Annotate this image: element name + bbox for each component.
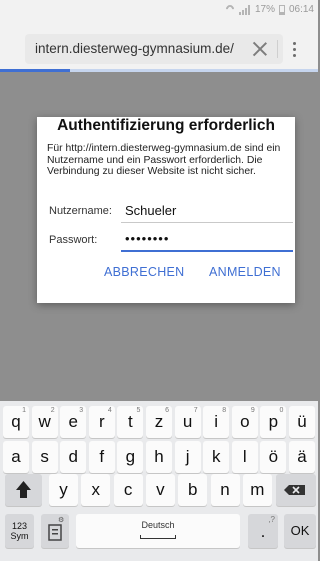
key-k[interactable]: k (203, 441, 230, 473)
login-button[interactable]: ANMELDEN (209, 265, 281, 279)
key-label: ö (268, 447, 279, 466)
password-field[interactable]: •••••••• (125, 231, 169, 246)
key-w[interactable]: 2w (31, 406, 58, 438)
key-v[interactable]: v (145, 474, 175, 506)
status-time: 06:14 (288, 4, 314, 15)
key-l[interactable]: l (231, 441, 258, 473)
key-label: e (68, 412, 78, 431)
shift-arrow-icon (16, 481, 31, 498)
key-label: k (211, 447, 221, 466)
key-f[interactable]: f (88, 441, 115, 473)
key-h[interactable]: h (146, 441, 172, 473)
clipboard-icon: ⚙ (48, 516, 64, 541)
key-label: q (11, 412, 21, 431)
space-key-label: Deutsch (141, 520, 175, 530)
shift-key[interactable] (5, 474, 42, 506)
period-key[interactable]: ,? . (248, 514, 278, 548)
key-label: v (156, 480, 165, 499)
battery-percent: 17% (254, 4, 275, 15)
dialog-title: Authentifizierung erforderlich (57, 117, 275, 134)
key-label: a (11, 447, 21, 466)
ok-key-label: OK (290, 523, 310, 538)
wifi-icon (225, 5, 235, 14)
key-m[interactable]: m (242, 474, 272, 506)
key-label: r (98, 412, 105, 431)
key-label: n (220, 480, 230, 499)
close-icon[interactable] (251, 40, 269, 58)
password-underline (121, 250, 293, 252)
url-bar[interactable]: intern.diesterweg-gymnasium.de/ (25, 34, 296, 64)
key-label: b (187, 480, 198, 499)
key-i[interactable]: 8i (203, 406, 230, 438)
key-label: d (68, 447, 78, 466)
key-label: x (91, 480, 101, 499)
key-g[interactable]: g (117, 441, 144, 473)
signal-icon (238, 4, 251, 15)
key-e[interactable]: 3e (60, 406, 87, 438)
space-key[interactable]: Deutsch (76, 514, 240, 548)
svg-text:⚙: ⚙ (58, 516, 64, 524)
key-b[interactable]: b (178, 474, 208, 506)
key-label: p (268, 412, 279, 431)
status-icons: 17% 06:14 (225, 4, 314, 15)
key-y[interactable]: y (49, 474, 78, 506)
divider (277, 40, 278, 58)
key-n[interactable]: n (210, 474, 240, 506)
ok-key[interactable]: OK (284, 514, 316, 548)
key-label: u (182, 412, 193, 431)
url-text[interactable]: intern.diesterweg-gymnasium.de/ (35, 41, 240, 56)
key-label: z (154, 412, 164, 431)
symbols-key[interactable]: 123 Sym (5, 514, 34, 548)
key-label: i (214, 412, 219, 431)
on-screen-keyboard: 123 Sym ⚙ Deutsch ,? . OK 1q2w3e4r5t6z7u… (0, 401, 318, 561)
clipboard-key[interactable]: ⚙ (41, 514, 69, 548)
key-x[interactable]: x (81, 474, 111, 506)
space-bar-icon (140, 535, 176, 539)
key-label: s (40, 447, 49, 466)
password-label: Passwort: (49, 234, 98, 246)
key-q[interactable]: 1q (3, 406, 29, 438)
key-label: t (128, 412, 133, 431)
key-j[interactable]: j (174, 441, 201, 473)
key-s[interactable]: s (31, 441, 58, 473)
username-underline (121, 222, 293, 223)
cancel-button[interactable]: ABBRECHEN (104, 265, 185, 279)
key-p[interactable]: 0p (260, 406, 287, 438)
key-ö[interactable]: ö (260, 441, 287, 473)
key-label: m (250, 480, 265, 499)
key-label: l (242, 447, 247, 466)
key-c[interactable]: c (113, 474, 143, 506)
auth-dialog: Authentifizierung erforderlich Für http:… (37, 117, 295, 303)
backspace-icon (284, 485, 305, 495)
key-a[interactable]: a (3, 441, 29, 473)
key-z[interactable]: 6z (146, 406, 172, 438)
username-label: Nutzername: (49, 205, 112, 217)
dialog-message: Für http://intern.diesterweg-gymnasium.d… (47, 143, 281, 178)
symbols-key-label: 123 Sym (10, 521, 29, 541)
key-t[interactable]: 5t (117, 406, 144, 438)
username-field[interactable]: Schueler (125, 203, 176, 218)
key-o[interactable]: 9o (231, 406, 258, 438)
key-label: w (38, 412, 51, 431)
key-ü[interactable]: ü (289, 406, 315, 438)
key-u[interactable]: 7u (174, 406, 201, 438)
key-d[interactable]: d (60, 441, 87, 473)
key-label: ü (297, 412, 307, 431)
key-label: o (240, 412, 250, 431)
more-menu-icon[interactable] (282, 40, 306, 58)
key-label: h (154, 447, 164, 466)
status-bar: 17% 06:14 (0, 0, 318, 22)
browser-toolbar: intern.diesterweg-gymnasium.de/ (0, 22, 318, 72)
period-key-label: . (260, 522, 266, 541)
key-r[interactable]: 4r (88, 406, 115, 438)
key-ä[interactable]: ä (289, 441, 315, 473)
key-label: y (59, 480, 68, 499)
key-label: j (185, 447, 190, 466)
key-label: ä (297, 447, 307, 466)
key-label: c (123, 480, 133, 499)
battery-icon (278, 4, 285, 15)
backspace-key[interactable] (276, 474, 316, 506)
key-label: f (99, 447, 105, 466)
key-label: g (125, 447, 136, 466)
